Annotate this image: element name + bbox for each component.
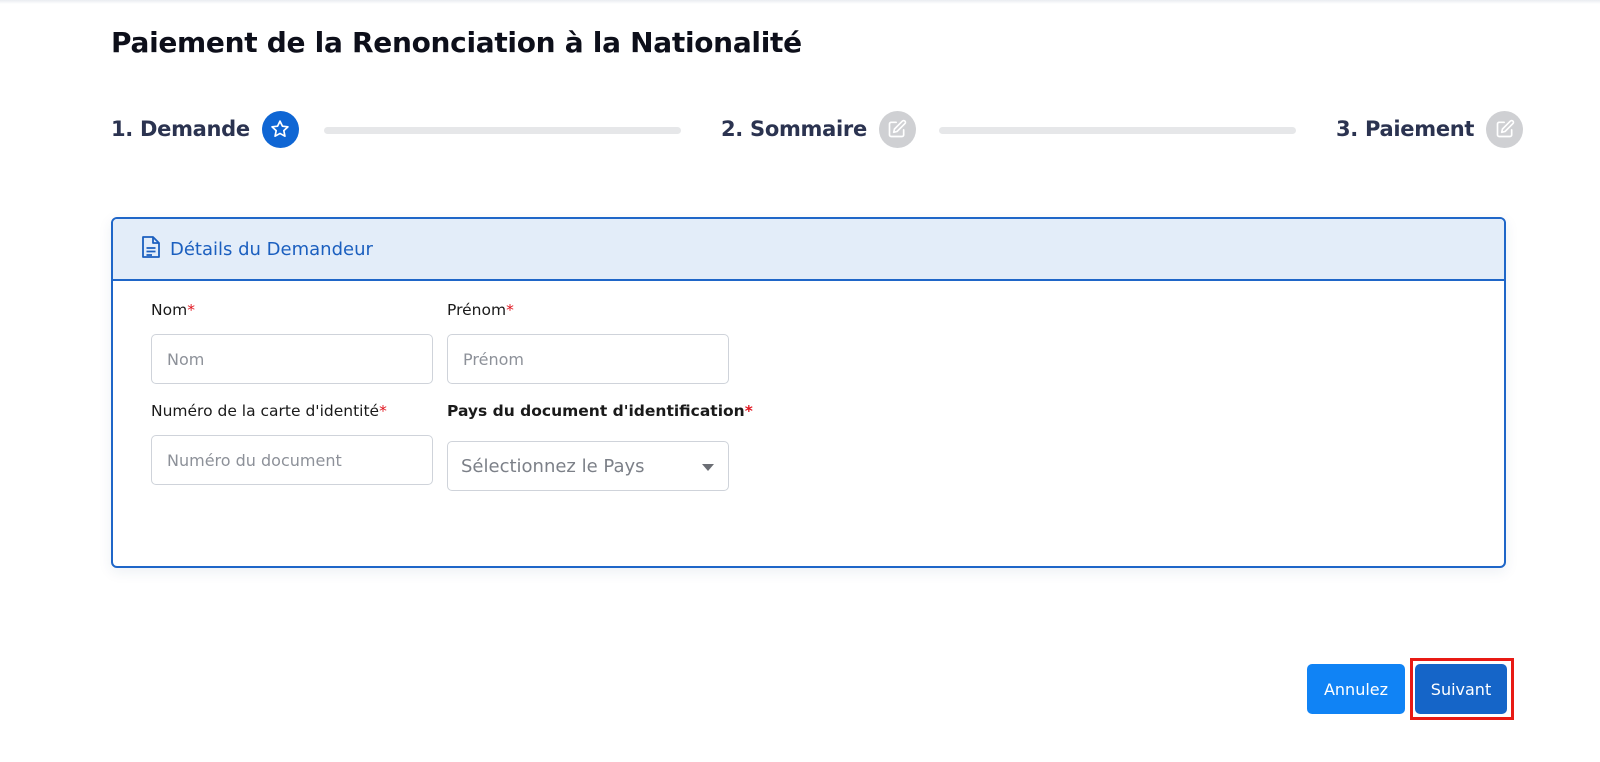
country-label-text: Pays du document d'identification	[447, 402, 745, 420]
step-sommaire[interactable]: 2. Sommaire	[721, 110, 916, 148]
prenom-label-text: Prénom	[447, 301, 507, 319]
step-connector	[324, 127, 681, 134]
id-number-input[interactable]	[151, 435, 433, 485]
country-label: Pays du document d'identification*	[447, 402, 753, 420]
step-demande[interactable]: 1. Demande	[111, 110, 299, 148]
step-label: 3. Paiement	[1336, 117, 1475, 141]
prenom-label: Prénom*	[447, 301, 514, 319]
nom-input[interactable]	[151, 334, 433, 384]
id-number-label-text: Numéro de la carte d'identité	[151, 402, 380, 420]
applicant-details-card: Détails du Demandeur	[111, 217, 1506, 568]
edit-icon	[1486, 110, 1524, 148]
nom-label: Nom*	[151, 301, 195, 319]
chevron-down-icon	[702, 464, 714, 471]
top-shadow	[0, 0, 1600, 4]
step-connector	[939, 127, 1296, 134]
required-marker: *	[506, 301, 514, 319]
required-marker: *	[187, 301, 195, 319]
next-button[interactable]: Suivant	[1415, 664, 1507, 714]
card-title: Détails du Demandeur	[170, 238, 373, 260]
required-marker: *	[744, 402, 753, 420]
star-icon	[261, 110, 299, 148]
required-marker: *	[379, 402, 387, 420]
country-select-value: Sélectionnez le Pays	[461, 455, 645, 477]
page: Paiement de la Renonciation à la Nationa…	[0, 0, 1600, 762]
id-number-label: Numéro de la carte d'identité*	[151, 402, 387, 420]
card-header: Détails du Demandeur	[113, 219, 1504, 281]
step-label: 2. Sommaire	[721, 117, 867, 141]
step-paiement[interactable]: 3. Paiement	[1336, 110, 1524, 148]
page-title: Paiement de la Renonciation à la Nationa…	[111, 26, 802, 59]
document-icon	[141, 235, 161, 263]
nom-label-text: Nom	[151, 301, 188, 319]
prenom-input[interactable]	[447, 334, 729, 384]
cancel-button[interactable]: Annulez	[1307, 664, 1405, 714]
edit-icon	[878, 110, 916, 148]
step-label: 1. Demande	[111, 117, 250, 141]
country-select[interactable]: Sélectionnez le Pays	[447, 441, 729, 491]
